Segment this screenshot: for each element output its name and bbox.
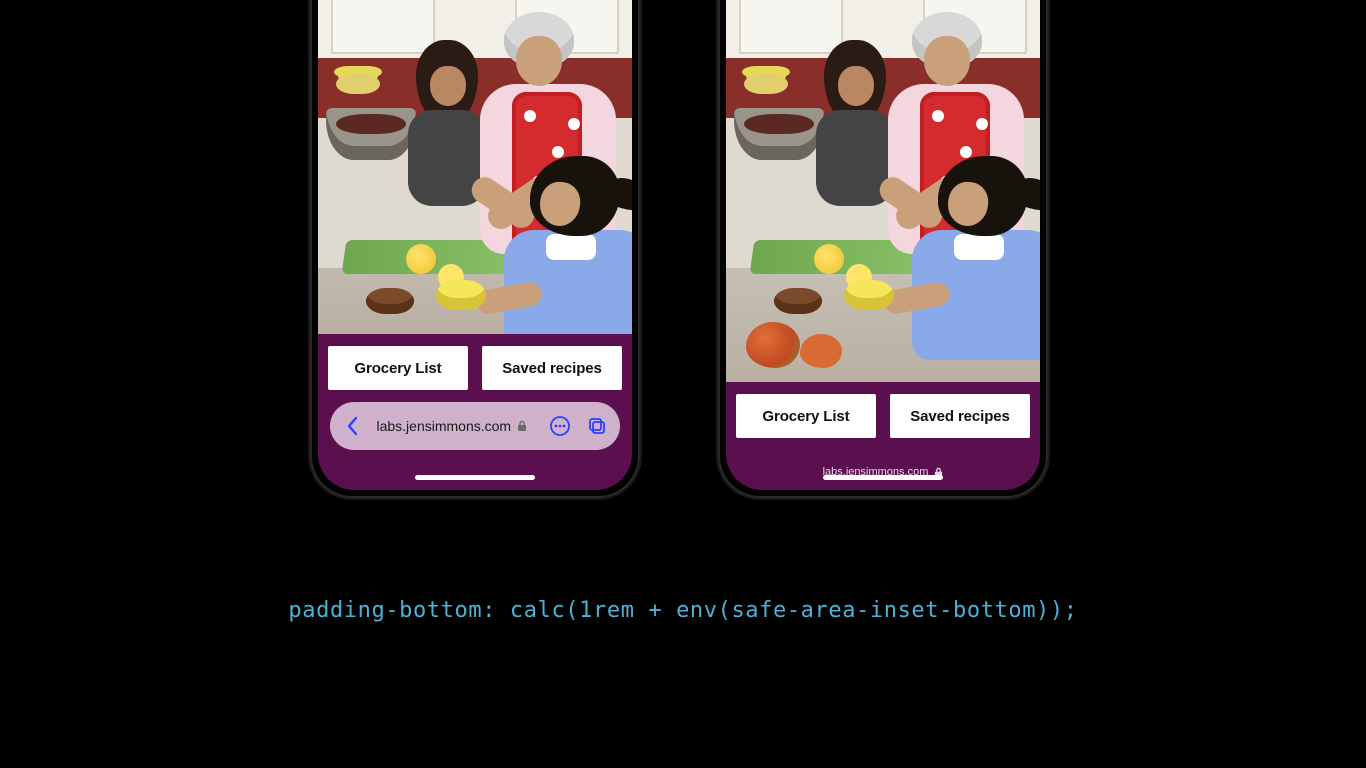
hero-photo [318,0,632,334]
tabs-icon[interactable] [584,412,610,440]
safari-address-bar[interactable]: labs.jensimmons.com [330,402,620,450]
url-text: labs.jensimmons.com [376,418,511,434]
action-button-row: Grocery List Saved recipes [328,346,622,390]
home-indicator[interactable] [415,475,535,480]
grocery-list-button[interactable]: Grocery List [328,346,468,390]
saved-recipes-button[interactable]: Saved recipes [890,394,1030,438]
slide-stage: Grocery List Saved recipes labs.jensimmo… [0,0,1366,768]
phone-mock-left: Grocery List Saved recipes labs.jensimmo… [308,0,642,500]
more-icon[interactable] [547,412,573,440]
back-icon[interactable] [340,412,366,440]
hero-photo [726,0,1040,382]
action-button-row: Grocery List Saved recipes [736,394,1030,438]
saved-recipes-button[interactable]: Saved recipes [482,346,622,390]
phone-screen: Grocery List Saved recipes labs.jensimmo… [726,0,1040,490]
home-indicator[interactable] [823,475,943,480]
phone-screen: Grocery List Saved recipes labs.jensimmo… [318,0,632,490]
phone-mock-right: Grocery List Saved recipes labs.jensimmo… [716,0,1050,500]
address-url[interactable]: labs.jensimmons.com [376,418,527,434]
code-caption: padding-bottom: calc(1rem + env(safe-are… [0,598,1366,623]
lock-icon [517,420,527,432]
grocery-list-button[interactable]: Grocery List [736,394,876,438]
